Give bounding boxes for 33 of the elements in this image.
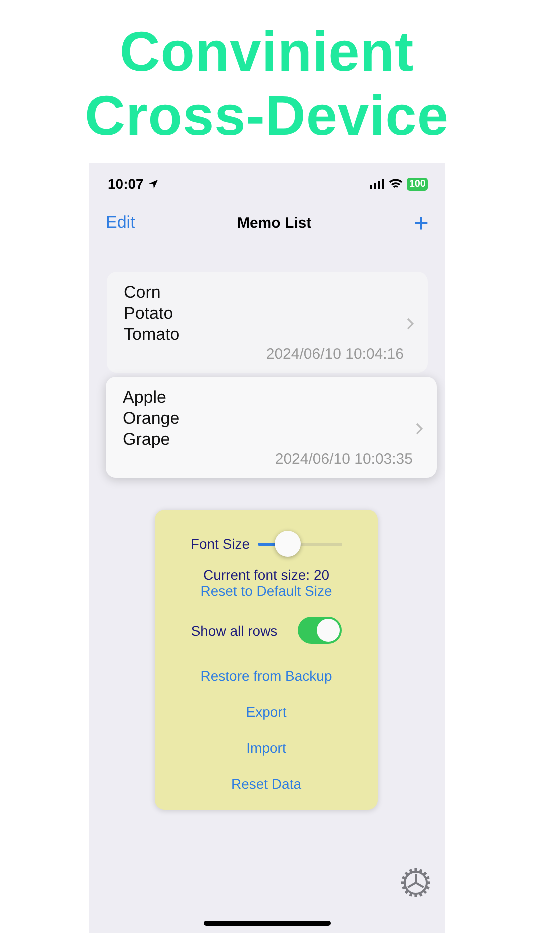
- status-time: 10:07: [108, 176, 144, 192]
- memo-line: Apple: [123, 387, 168, 408]
- gear-icon[interactable]: [400, 867, 432, 899]
- chevron-icon: [407, 318, 414, 330]
- show-all-rows-label: Show all rows: [191, 622, 278, 638]
- signal-icon: [370, 179, 386, 189]
- memo-date: 2024/06/10 10:03:35: [274, 450, 414, 470]
- font-size-label: Font Size: [190, 536, 250, 552]
- current-font-size: Current font size: 20: [203, 567, 330, 583]
- reset-size-link[interactable]: Reset to Default Size: [200, 583, 332, 599]
- chevron-icon: [416, 423, 423, 436]
- headline: Convinient: [120, 20, 414, 84]
- wifi-icon: [389, 179, 404, 189]
- add-button[interactable]: +: [414, 210, 429, 236]
- memo-line: Corn: [124, 282, 162, 303]
- memo-line: Potato: [124, 303, 174, 324]
- action-link[interactable]: Reset Data: [231, 776, 302, 792]
- action-link[interactable]: Export: [246, 704, 287, 720]
- memo-line: Tomato: [124, 324, 181, 345]
- battery-level: 100: [407, 178, 428, 190]
- memo-card[interactable]: Corn Potato Tomato 2024/06/10 10:04:16: [107, 272, 428, 373]
- edit-button[interactable]: Edit: [106, 213, 136, 233]
- action-link[interactable]: Import: [246, 740, 286, 756]
- headline: Cross-Device: [85, 84, 449, 148]
- memo-date: 2024/06/10 10:04:16: [265, 345, 405, 365]
- slider-thumb[interactable]: [275, 531, 302, 557]
- action-link[interactable]: Restore from Backup: [200, 668, 332, 684]
- location-arrow-icon: [148, 178, 159, 190]
- memo-line: Grape: [123, 429, 172, 450]
- nav-title: Memo List: [237, 214, 312, 232]
- memo-card[interactable]: Apple Orange Grape 2024/06/10 10:03:35: [106, 377, 437, 478]
- show-all-rows-toggle[interactable]: [298, 617, 342, 644]
- memo-line: Orange: [123, 408, 181, 429]
